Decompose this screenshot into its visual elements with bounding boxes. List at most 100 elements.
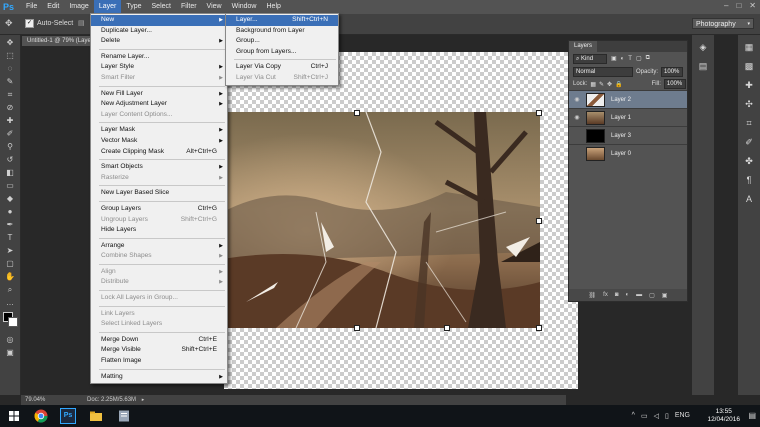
lock-all-icon[interactable]: 🔒 [615,81,622,88]
layer-image[interactable] [206,112,540,328]
paragraph-icon[interactable]: ¶ [743,174,756,187]
menu-item-group[interactable]: Group... [226,36,338,47]
menu-item-group-from-layers[interactable]: Group from Layers... [226,47,338,58]
swatches-icon[interactable]: ▩ [743,60,756,73]
menu-file[interactable]: File [21,0,42,14]
properties-icon[interactable]: ⌗ [743,117,756,130]
layers-panel-icon[interactable]: ◈ [697,41,710,54]
history-brush-tool-icon[interactable]: ↺ [3,154,17,165]
menu-item-new-fill-layer[interactable]: New Fill Layer ▶ [91,89,227,100]
menu-item-layer[interactable]: Layer... Shift+Ctrl+N [226,15,338,26]
app-taskbar-icon[interactable] [116,408,132,424]
brush-tool-icon[interactable]: ✐ [3,128,17,139]
menu-item-vector-mask[interactable]: Vector Mask ▶ [91,136,227,147]
photoshop-taskbar-icon[interactable]: Ps [60,408,76,424]
network-icon[interactable]: ▭ [641,412,648,420]
trash-icon[interactable]: ▣ [662,292,668,299]
layer-row[interactable]: ◉ Layer 1 [569,108,687,126]
lock-pixels-icon[interactable]: ▦ [590,81,596,88]
layer-name[interactable]: Layer 3 [611,133,631,139]
quick-mask-icon[interactable]: ◎ [3,334,17,345]
chrome-icon[interactable] [33,408,49,424]
transform-handle[interactable] [536,110,542,116]
layer-row[interactable]: Layer 3 [569,126,687,144]
blur-tool-icon[interactable]: ◆ [3,193,17,204]
transform-handle[interactable] [354,110,360,116]
workspace-switcher[interactable]: Photography ▾ [692,18,754,29]
transform-handle[interactable] [354,325,360,331]
shape-tool-icon[interactable]: ▢ [3,258,17,269]
character-icon[interactable]: A [743,193,756,206]
zoom-level[interactable]: 79.04% [25,397,45,403]
filter-kind-select[interactable]: ⌕ Kind [573,53,607,64]
battery-icon[interactable]: ▯ [665,412,669,420]
color-swatches[interactable] [0,310,20,332]
lock-image-icon[interactable]: ✎ [599,81,604,88]
gradient-tool-icon[interactable]: ▭ [3,180,17,191]
menu-item-layer-style[interactable]: Layer Style ▶ [91,62,227,73]
menu-item-rename-layer[interactable]: Rename Layer... [91,52,227,63]
menu-item-arrange[interactable]: Arrange ▶ [91,241,227,252]
menu-image[interactable]: Image [64,0,93,14]
history-icon[interactable]: ▤ [697,60,710,73]
new-layer-icon[interactable]: ▢ [649,292,655,299]
hand-tool-icon[interactable]: ✋ [3,271,17,282]
menu-layer[interactable]: Layer [93,0,122,14]
menu-item-create-clipping-mask[interactable]: Create Clipping Mask Alt+Ctrl+G [91,147,227,158]
move-tool-icon[interactable]: ✥ [3,37,17,48]
filter-type-icon[interactable]: T [628,56,632,62]
styles-icon[interactable]: ✣ [743,98,756,111]
chevron-up-icon[interactable]: ^ [632,412,635,420]
link-icon[interactable]: ⛓ [589,292,597,299]
zoom-tool-icon[interactable]: ⌕ [3,284,17,295]
menu-select[interactable]: Select [147,0,176,14]
minimize-button[interactable]: – [724,1,728,10]
menu-window[interactable]: Window [227,0,262,14]
filter-shape-icon[interactable]: ▢ [636,55,642,62]
blend-mode-select[interactable]: Normal [573,66,633,77]
menu-item-matting[interactable]: Matting ▶ [91,372,227,383]
menu-item-delete[interactable]: Delete ▶ [91,36,227,47]
menu-item-smart-objects[interactable]: Smart Objects ▶ [91,162,227,173]
chevron-right-icon[interactable]: ▸ [142,397,145,403]
layer-row[interactable]: ◉ Layer 2 [569,90,687,108]
background-color-swatch[interactable] [8,317,18,327]
quick-select-tool-icon[interactable]: ✎ [3,76,17,87]
taskbar-clock[interactable]: 13:55 12/04/2016 [707,408,740,424]
opacity-field[interactable]: 100% [661,66,684,77]
path-select-tool-icon[interactable]: ➤ [3,245,17,256]
dodge-tool-icon[interactable]: ● [3,206,17,217]
menu-item-duplicate-layer[interactable]: Duplicate Layer... [91,26,227,37]
mask-icon[interactable]: ◙ [615,292,619,298]
screen-mode-icon[interactable]: ▣ [3,347,17,358]
filter-smart-icon[interactable]: ⧉ [646,55,650,62]
align-icon[interactable]: ▤ [78,19,85,28]
brush-panel-icon[interactable]: ✐ [743,136,756,149]
close-button[interactable]: ✕ [749,1,756,10]
menu-edit[interactable]: Edit [42,0,64,14]
menu-item-layer-via-copy[interactable]: Layer Via Copy Ctrl+J [226,62,338,73]
fill-field[interactable]: 100% [663,79,686,89]
fx-icon[interactable]: fx [603,292,608,298]
transform-handle[interactable] [536,218,542,224]
clone-stamp-tool-icon[interactable]: ⚲ [3,141,17,152]
menu-item-new[interactable]: New ▶ [91,15,227,26]
menu-item-background-from-layer[interactable]: Background from Layer [226,26,338,37]
menu-item-flatten-image[interactable]: Flatten Image [91,356,227,367]
menu-item-group-layers[interactable]: Group Layers Ctrl+G [91,204,227,215]
layer-row[interactable]: Layer 0 [569,144,687,162]
adjustments-icon[interactable]: ✚ [743,79,756,92]
crop-tool-icon[interactable]: ⌗ [3,89,17,100]
healing-tool-icon[interactable]: ✚ [3,115,17,126]
layer-name[interactable]: Layer 1 [611,115,631,121]
auto-select-control[interactable]: ✓ Auto-Select [25,19,73,28]
color-panel-icon[interactable]: ▦ [743,41,756,54]
menu-item-new-adjustment-layer[interactable]: New Adjustment Layer ▶ [91,99,227,110]
windows-start-icon[interactable] [6,408,22,424]
file-explorer-icon[interactable] [88,408,104,424]
transform-handle[interactable] [536,325,542,331]
auto-select-checkbox[interactable]: ✓ [25,19,34,28]
menu-type[interactable]: Type [121,0,146,14]
lasso-tool-icon[interactable]: ◌ [3,63,17,74]
layer-name[interactable]: Layer 2 [611,97,631,103]
